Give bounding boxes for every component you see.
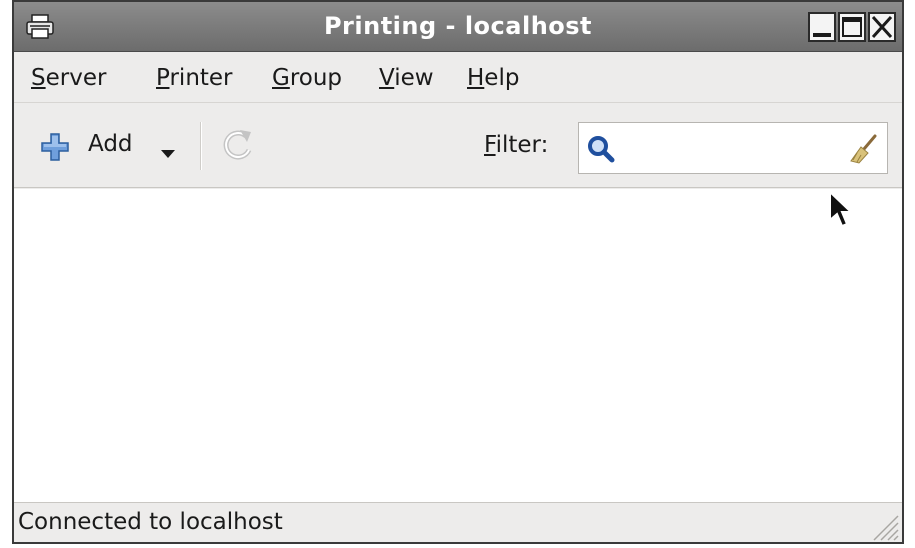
menu-server[interactable]: Server xyxy=(31,65,106,91)
minimize-icon xyxy=(813,33,831,37)
close-icon xyxy=(871,15,893,39)
maximize-button[interactable] xyxy=(838,12,866,42)
resize-grip-icon[interactable] xyxy=(866,508,900,542)
menu-printer-label: rinter xyxy=(169,65,233,91)
menu-server-mnemonic: S xyxy=(31,65,46,91)
printer-list-area[interactable] xyxy=(14,189,902,502)
chevron-down-icon[interactable] xyxy=(160,140,176,158)
status-bar: Connected to localhost xyxy=(14,502,902,542)
menu-bar: Server Printer Group View Help xyxy=(14,53,902,103)
menu-group-label: roup xyxy=(289,65,343,91)
title-bar[interactable]: Printing - localhost xyxy=(14,2,902,52)
toolbar: Add Filter: xyxy=(14,104,902,188)
status-text: Connected to localhost xyxy=(18,509,283,535)
window-title: Printing - localhost xyxy=(323,12,593,40)
search-icon[interactable] xyxy=(587,135,615,163)
printing-window: Printing - localhost Server Printer Grou… xyxy=(12,0,904,544)
filter-label-mnemonic: F xyxy=(484,132,496,158)
mouse-pointer-icon xyxy=(828,189,856,230)
menu-server-label: erver xyxy=(45,65,107,91)
refresh-button[interactable] xyxy=(220,126,256,166)
menu-help-mnemonic: H xyxy=(467,65,485,91)
toolbar-separator xyxy=(200,122,202,170)
menu-view-label: iew xyxy=(394,65,434,91)
filter-label: Filter: xyxy=(484,132,548,158)
filter-label-text: ilter: xyxy=(495,132,549,158)
menu-printer-mnemonic: P xyxy=(156,65,170,91)
add-label: Add xyxy=(88,131,133,157)
menu-help-label: elp xyxy=(484,65,520,91)
broom-icon[interactable] xyxy=(847,133,879,165)
menu-printer[interactable]: Printer xyxy=(156,65,233,91)
menu-view-mnemonic: V xyxy=(379,65,395,91)
menu-group-mnemonic: G xyxy=(272,65,290,91)
minimize-button[interactable] xyxy=(808,12,836,42)
filter-input[interactable] xyxy=(621,129,841,167)
plus-icon xyxy=(40,132,70,162)
refresh-icon xyxy=(223,130,252,160)
close-button[interactable] xyxy=(868,12,896,42)
add-button[interactable]: Add xyxy=(36,126,186,166)
menu-group[interactable]: Group xyxy=(272,65,342,91)
filter-field[interactable] xyxy=(578,122,888,174)
maximize-icon xyxy=(842,17,862,37)
menu-help[interactable]: Help xyxy=(467,65,519,91)
menu-view[interactable]: View xyxy=(379,65,434,91)
